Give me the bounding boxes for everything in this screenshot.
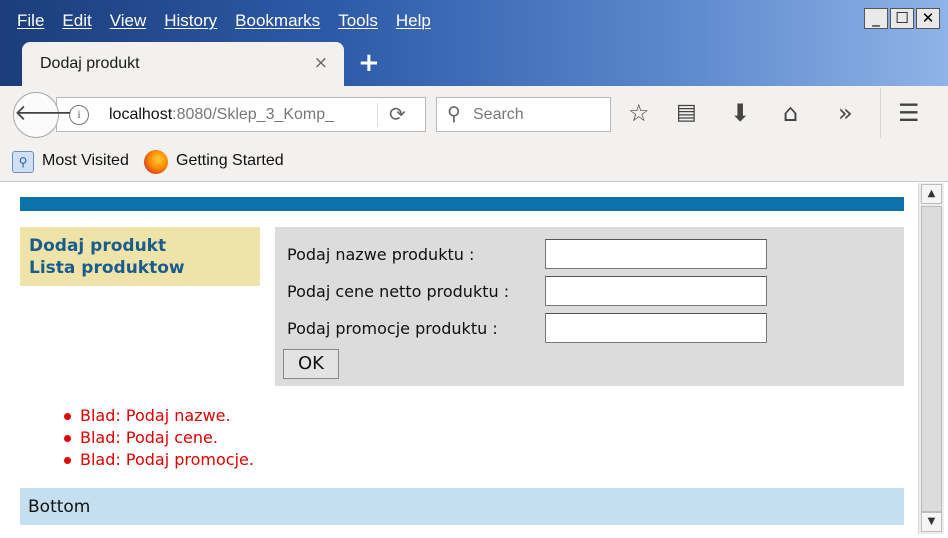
error-item: Blad: Podaj nazwe. (62, 405, 254, 427)
toolbar-divider (880, 88, 881, 138)
page-content: Dodaj produkt Lista produktow Podaj nazw… (0, 183, 918, 538)
bookmark-getting-started[interactable]: Getting Started (176, 152, 284, 170)
home-icon[interactable]: ⌂ (783, 99, 798, 127)
menu-bar: File Edit View History Bookmarks Tools H… (8, 8, 440, 34)
scroll-down-icon[interactable]: ▼ (921, 512, 942, 532)
sidebar: Dodaj produkt Lista produktow (20, 227, 260, 286)
maximize-button[interactable]: ☐ (890, 8, 914, 29)
error-list: Blad: Podaj nazwe. Blad: Podaj cene. Bla… (62, 405, 254, 471)
sidebar-link-dodaj-produkt[interactable]: Dodaj produkt (29, 235, 251, 257)
sidebar-link-lista-produktow[interactable]: Lista produktow (29, 257, 251, 279)
product-form: Podaj nazwe produktu : Podaj cene netto … (275, 227, 904, 386)
navigation-toolbar: i localhost:8080/Sklep_3_Komp_ ⟳ 🡐 ⚲ Sea… (0, 86, 948, 142)
hamburger-menu-icon[interactable]: ☰ (898, 99, 920, 127)
url-divider (377, 103, 378, 127)
bookmark-most-visited[interactable]: Most Visited (42, 152, 129, 170)
window-controls: _ ☐ ✕ (864, 8, 940, 29)
menu-help[interactable]: Help (387, 8, 440, 34)
firefox-icon (144, 150, 168, 174)
name-label: Podaj nazwe produktu : (287, 245, 475, 264)
back-button[interactable]: 🡐 (13, 92, 73, 138)
url-bar[interactable]: i localhost:8080/Sklep_3_Komp_ ⟳ (56, 97, 426, 132)
menu-bookmarks[interactable]: Bookmarks (226, 8, 329, 34)
promo-label: Podaj promocje produktu : (287, 319, 498, 338)
back-arrow-icon: 🡐 (14, 101, 73, 126)
overflow-icon[interactable]: » (838, 99, 853, 127)
header-bar (20, 197, 904, 211)
name-input[interactable] (545, 239, 767, 269)
scroll-thumb[interactable] (921, 206, 942, 512)
minimize-button[interactable]: _ (864, 8, 888, 29)
error-item: Blad: Podaj cene. (62, 427, 254, 449)
menu-file[interactable]: File (8, 8, 53, 34)
download-icon[interactable]: ⬇ (730, 99, 750, 127)
scroll-up-icon[interactable]: ▲ (921, 184, 942, 204)
vertical-scrollbar[interactable]: ▲ ▼ (918, 183, 944, 534)
menu-view[interactable]: View (101, 8, 156, 34)
tab-dodaj-produkt[interactable]: Dodaj produkt × (22, 42, 344, 86)
url-text[interactable]: localhost:8080/Sklep_3_Komp_ (109, 106, 377, 124)
reading-list-icon[interactable]: ▤ (676, 99, 697, 127)
search-icon: ⚲ (447, 103, 461, 125)
price-label: Podaj cene netto produktu : (287, 282, 510, 301)
tab-close-icon[interactable]: × (314, 53, 328, 73)
tab-title: Dodaj produkt (40, 55, 140, 72)
error-item: Blad: Podaj promocje. (62, 449, 254, 471)
window-titlebar: File Edit View History Bookmarks Tools H… (0, 0, 948, 86)
ok-button[interactable]: OK (283, 349, 339, 379)
close-window-button[interactable]: ✕ (916, 8, 940, 29)
price-input[interactable] (545, 276, 767, 306)
search-input[interactable]: ⚲ Search (436, 97, 611, 132)
menu-edit[interactable]: Edit (53, 8, 100, 34)
promo-input[interactable] (545, 313, 767, 343)
star-icon[interactable]: ☆ (628, 99, 650, 127)
bookmarks-toolbar: ⚲ Most Visited Getting Started (0, 142, 948, 182)
menu-history[interactable]: History (155, 8, 226, 34)
search-placeholder: Search (473, 106, 524, 123)
reload-icon[interactable]: ⟳ (389, 102, 406, 126)
most-visited-icon: ⚲ (12, 151, 34, 173)
new-tab-button[interactable]: + (358, 48, 380, 78)
menu-tools[interactable]: Tools (329, 8, 387, 34)
footer-bottom: Bottom (20, 488, 904, 525)
